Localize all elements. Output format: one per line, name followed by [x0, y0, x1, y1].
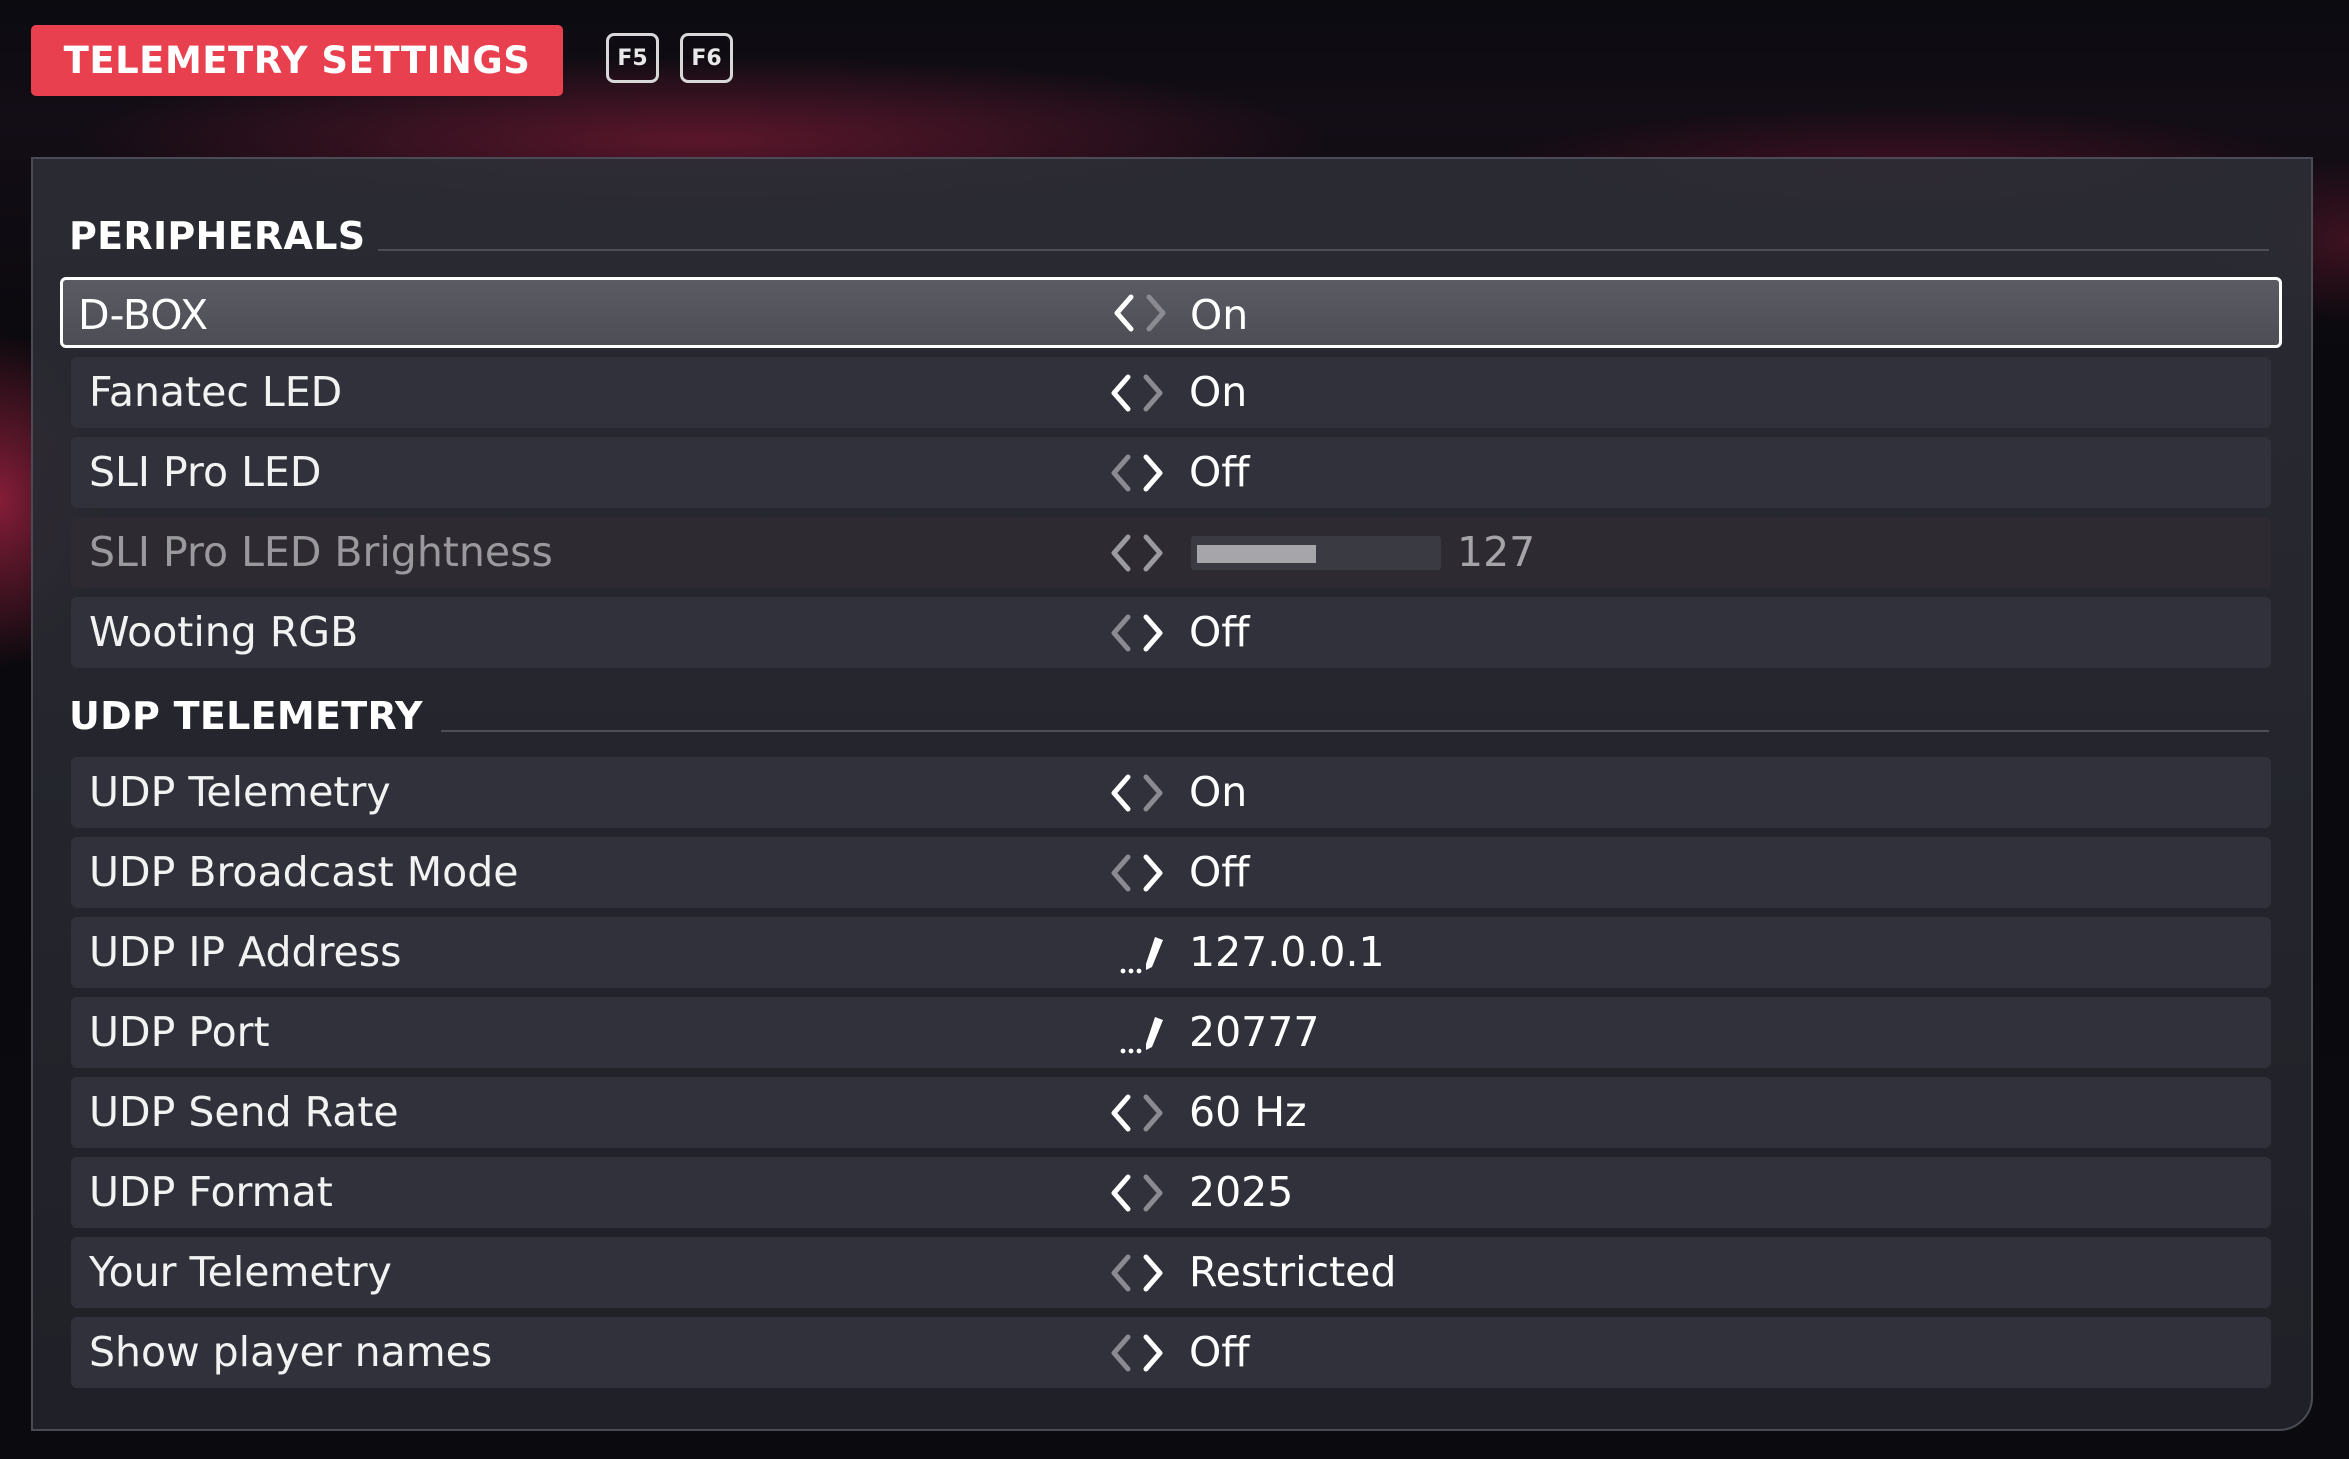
setting-value: Off [1189, 608, 1250, 656]
setting-row-udp-format[interactable]: UDP Format 2025 [71, 1157, 2271, 1228]
setting-value: Off [1189, 448, 1250, 496]
setting-label: UDP Send Rate [89, 1088, 399, 1136]
key-hint-f5[interactable]: F5 [606, 33, 659, 83]
key-hint-f6[interactable]: F6 [680, 33, 733, 83]
chevron-left-icon[interactable] [1111, 1334, 1131, 1372]
setting-row-sli-pro-led-brightness[interactable]: SLI Pro LED Brightness 127 [71, 517, 2271, 588]
section-divider [378, 249, 2269, 251]
chevron-right-icon[interactable] [1143, 454, 1163, 492]
setting-label: Show player names [89, 1328, 493, 1376]
chevron-left-icon[interactable] [1111, 454, 1131, 492]
chevron-right-icon[interactable] [1143, 1254, 1163, 1292]
setting-row-wooting-rgb[interactable]: Wooting RGB Off [71, 597, 2271, 668]
chevron-right-icon[interactable] [1143, 374, 1163, 412]
setting-row-udp-telemetry[interactable]: UDP Telemetry On [71, 757, 2271, 828]
chevron-left-icon[interactable] [1114, 294, 1134, 332]
setting-label: UDP Telemetry [89, 768, 391, 816]
slider-value: 127 [1457, 528, 1536, 576]
setting-label: SLI Pro LED [89, 448, 322, 496]
setting-value: On [1190, 291, 1249, 339]
setting-row-udp-send-rate[interactable]: UDP Send Rate 60 Hz [71, 1077, 2271, 1148]
setting-label: UDP IP Address [89, 928, 402, 976]
chevron-left-icon[interactable] [1111, 854, 1131, 892]
setting-label: SLI Pro LED Brightness [89, 528, 553, 576]
setting-label: UDP Format [89, 1168, 333, 1216]
setting-row-udp-port[interactable]: UDP Port 20777 [71, 997, 2271, 1068]
setting-value: On [1189, 768, 1248, 816]
setting-value: Off [1189, 1328, 1250, 1376]
setting-label: UDP Port [89, 1008, 270, 1056]
setting-value: 60 Hz [1189, 1088, 1307, 1136]
setting-label: UDP Broadcast Mode [89, 848, 519, 896]
setting-label: D-BOX [78, 291, 209, 339]
setting-label: Fanatec LED [89, 368, 343, 416]
pencil-icon[interactable] [1119, 931, 1179, 977]
chevron-right-icon[interactable] [1146, 294, 1166, 332]
setting-label: Your Telemetry [89, 1248, 392, 1296]
setting-value: 20777 [1189, 1008, 1320, 1056]
chevron-left-icon[interactable] [1111, 374, 1131, 412]
setting-row-show-player-names[interactable]: Show player names Off [71, 1317, 2271, 1388]
setting-row-udp-broadcast-mode[interactable]: UDP Broadcast Mode Off [71, 837, 2271, 908]
chevron-left-icon[interactable] [1111, 534, 1131, 572]
chevron-right-icon[interactable] [1143, 1174, 1163, 1212]
chevron-right-icon[interactable] [1143, 854, 1163, 892]
setting-row-sli-pro-led[interactable]: SLI Pro LED Off [71, 437, 2271, 508]
section-title-udp-telemetry: UDP TELEMETRY [69, 694, 423, 738]
setting-row-your-telemetry[interactable]: Your Telemetry Restricted [71, 1237, 2271, 1308]
chevron-left-icon[interactable] [1111, 1174, 1131, 1212]
chevron-left-icon[interactable] [1111, 774, 1131, 812]
section-divider [441, 730, 2269, 732]
chevron-right-icon[interactable] [1143, 614, 1163, 652]
setting-value: Restricted [1189, 1248, 1397, 1296]
slider-fill [1197, 545, 1316, 563]
setting-value: On [1189, 368, 1248, 416]
pencil-icon[interactable] [1119, 1011, 1179, 1057]
setting-value: Off [1189, 848, 1250, 896]
page-title: TELEMETRY SETTINGS [31, 25, 563, 96]
chevron-right-icon[interactable] [1143, 1334, 1163, 1372]
chevron-left-icon[interactable] [1111, 1254, 1131, 1292]
chevron-right-icon[interactable] [1143, 1094, 1163, 1132]
section-title-peripherals: PERIPHERALS [69, 214, 366, 258]
setting-value: 2025 [1189, 1168, 1294, 1216]
setting-row-udp-ip-address[interactable]: UDP IP Address 127.0.0.1 [71, 917, 2271, 988]
brightness-slider[interactable] [1191, 536, 1441, 570]
chevron-left-icon[interactable] [1111, 1094, 1131, 1132]
setting-value: 127.0.0.1 [1189, 928, 1385, 976]
chevron-left-icon[interactable] [1111, 614, 1131, 652]
setting-label: Wooting RGB [89, 608, 359, 656]
setting-row-dbox[interactable]: D-BOX On [60, 277, 2282, 348]
chevron-right-icon[interactable] [1143, 534, 1163, 572]
setting-row-fanatec-led[interactable]: Fanatec LED On [71, 357, 2271, 428]
chevron-right-icon[interactable] [1143, 774, 1163, 812]
